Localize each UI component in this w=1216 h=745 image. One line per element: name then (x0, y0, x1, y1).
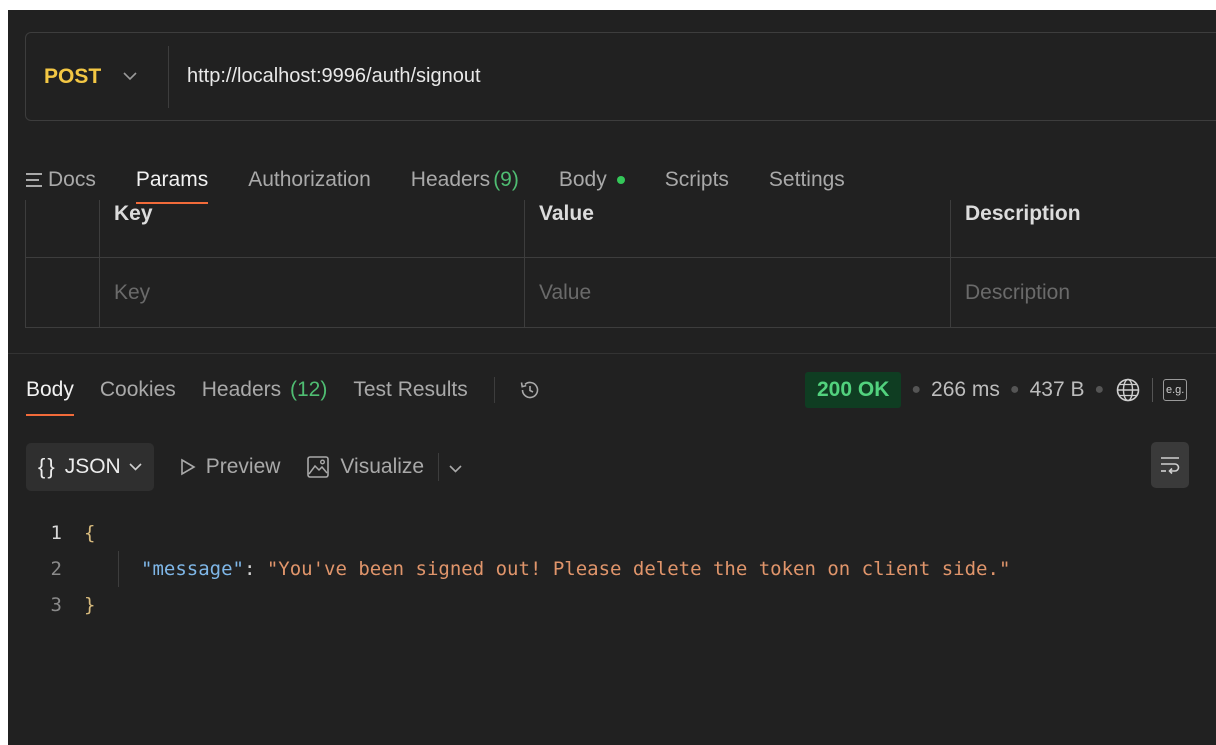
code-brace: } (84, 594, 96, 616)
api-client-window: POST Docs Params Authorization Headers (… (8, 10, 1216, 745)
params-table: Key Value Description Key Value Descript… (25, 200, 1216, 328)
response-tab-cookies[interactable]: Cookies (100, 378, 176, 402)
param-value-input[interactable]: Value (525, 258, 951, 327)
image-icon (307, 456, 330, 478)
url-input[interactable] (187, 65, 1087, 88)
code-line: 3 } (8, 587, 1216, 623)
response-tab-headers-label: Headers (201, 378, 282, 401)
tab-headers[interactable]: Headers (9) (411, 168, 519, 192)
meta-bullet: ● (1009, 381, 1020, 398)
format-select[interactable]: {} JSON (26, 443, 154, 491)
response-size[interactable]: 437 B (1030, 378, 1085, 402)
wrap-icon (1161, 457, 1180, 475)
tab-headers-label: Headers (410, 168, 491, 191)
http-method-select[interactable]: POST (26, 65, 112, 89)
tabs-separator (493, 377, 495, 403)
line-number: 3 (50, 594, 62, 616)
headers-count: (9) (493, 168, 519, 191)
tab-scripts[interactable]: Scripts (665, 168, 729, 192)
play-icon (180, 458, 196, 476)
preview-label: Preview (205, 455, 281, 478)
response-time[interactable]: 266 ms (931, 378, 1000, 402)
response-tab-body[interactable]: Body (26, 378, 74, 416)
line-number: 1 (50, 522, 62, 544)
meta-bullet: ● (911, 381, 922, 398)
chevron-down-icon[interactable] (112, 66, 148, 88)
visualize-chevron-down-icon[interactable] (449, 455, 462, 479)
param-key-input[interactable]: Key (100, 258, 525, 327)
params-header-check (26, 200, 100, 257)
visualize-button[interactable]: Visualize (306, 455, 424, 479)
json-separator: : (243, 558, 267, 580)
docs-icon (26, 173, 42, 187)
response-body-editor[interactable]: 1 { 2 "message" : "You've been signed ou… (8, 515, 1216, 623)
body-indicator-dot (616, 176, 625, 184)
json-key: "message" (141, 558, 244, 580)
column-header-value: Value (525, 200, 951, 257)
tab-docs[interactable]: Docs (26, 168, 96, 192)
request-url-bar: POST (25, 32, 1216, 121)
meta-separator (1152, 378, 1154, 402)
response-format-toolbar: {} JSON Preview Visualize (26, 443, 462, 491)
response-meta: 200 OK ● 266 ms ● 437 B ● e.g. (805, 370, 1188, 410)
braces-icon: {} (38, 454, 57, 479)
tab-authorization-label: Authorization (248, 168, 371, 191)
save-example-icon[interactable]: e.g. (1163, 379, 1188, 401)
meta-bullet: ● (1094, 381, 1105, 398)
params-header-row: Key Value Description (26, 200, 1216, 258)
chevron-down-icon (129, 463, 142, 471)
code-brace: { (84, 522, 96, 544)
column-header-key: Key (100, 200, 525, 257)
tab-body[interactable]: Body (559, 168, 625, 192)
history-icon[interactable] (517, 377, 543, 403)
response-headers-count: (12) (289, 378, 328, 401)
format-label: JSON (64, 455, 121, 478)
tab-settings[interactable]: Settings (769, 168, 845, 192)
response-tabs: Body Cookies Headers (12) Test Results (26, 372, 543, 416)
param-row-checkbox[interactable] (26, 258, 100, 327)
code-line: 1 { (8, 515, 1216, 551)
params-empty-row: Key Value Description (26, 258, 1216, 327)
response-tab-test-results[interactable]: Test Results (353, 378, 467, 402)
request-response-splitter[interactable] (8, 353, 1216, 354)
tab-params[interactable]: Params (135, 168, 209, 204)
toolbar-separator (438, 453, 440, 481)
tab-settings-label: Settings (768, 168, 845, 191)
tab-body-label: Body (558, 168, 607, 191)
url-divider (168, 45, 169, 108)
param-description-input[interactable]: Description (951, 258, 1216, 327)
json-string-value: "You've been signed out! Please delete t… (266, 558, 1011, 580)
request-tabs: Docs Params Authorization Headers (9) Bo… (26, 160, 885, 204)
tab-params-label: Params (135, 168, 209, 191)
line-number: 2 (50, 558, 62, 580)
tab-scripts-label: Scripts (664, 168, 729, 191)
tab-docs-label: Docs (48, 168, 96, 191)
preview-button[interactable]: Preview (180, 455, 281, 479)
tab-authorization[interactable]: Authorization (248, 168, 371, 192)
response-tab-headers[interactable]: Headers (12) (202, 378, 328, 402)
wrap-lines-button[interactable] (1151, 442, 1189, 488)
visualize-label: Visualize (340, 455, 425, 478)
code-line: 2 "message" : "You've been signed out! P… (8, 551, 1216, 587)
column-header-description: Description (965, 202, 1081, 225)
status-badge[interactable]: 200 OK (805, 372, 902, 408)
indent-guide (118, 551, 119, 587)
globe-icon[interactable] (1114, 376, 1142, 404)
